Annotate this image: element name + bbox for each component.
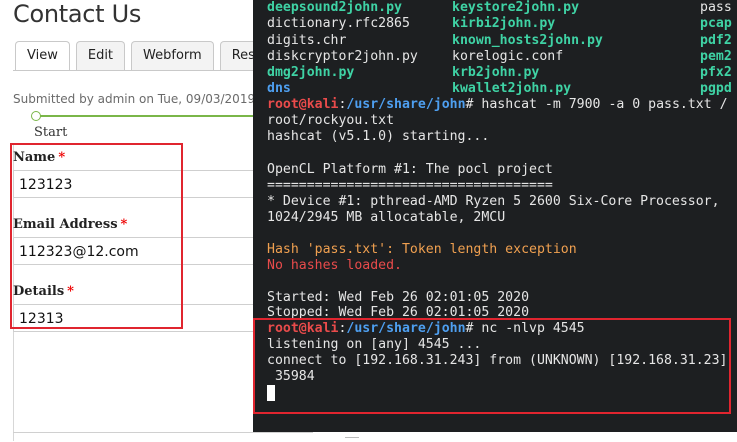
listing-item: digits.chr xyxy=(267,33,347,48)
tab-divider xyxy=(13,70,273,71)
progress-step-dot xyxy=(31,111,41,121)
listing-item: known_hosts2john.py xyxy=(452,33,603,48)
listing-item: pem2 xyxy=(700,49,732,64)
progress-step-label: Start xyxy=(34,125,68,140)
listing-item: dns xyxy=(267,81,291,96)
listing-item: kwallet2john.py xyxy=(452,81,572,96)
listing-item: dictionary.rfc2865 xyxy=(267,16,410,31)
output-line: 1024/2945 MB allocatable, 2MCU xyxy=(267,210,506,225)
tab-view[interactable]: View xyxy=(15,41,70,71)
prompt-path: /usr/share/john xyxy=(346,97,466,112)
listing-item: keystore2john.py xyxy=(452,0,580,15)
reverse-shell-highlight-box xyxy=(253,318,731,414)
listing-item: diskcryptor2john.py xyxy=(267,49,418,64)
listing-item: deepsound2john.py xyxy=(267,0,402,15)
command-wrap: root/rockyou.txt xyxy=(267,113,395,128)
prompt-symbol: # xyxy=(465,97,482,112)
form-bottom-border xyxy=(13,432,313,433)
submitted-info: Submitted by admin on Tue, 09/03/2019 - … xyxy=(13,92,283,106)
listing-item: pgpd xyxy=(700,81,732,96)
form-highlight-box xyxy=(10,143,183,329)
command-text: hashcat -m 7900 -a 0 pass.txt / xyxy=(481,97,728,112)
listing-item: krb2john.py xyxy=(452,65,540,80)
output-line: ==================================== xyxy=(267,178,553,193)
listing-item: pass xyxy=(700,0,732,15)
error-line: No hashes loaded. xyxy=(267,258,402,273)
tab-edit[interactable]: Edit xyxy=(75,41,126,70)
listing-item: dmg2john.py xyxy=(267,65,355,80)
listing-item: pcap xyxy=(700,16,732,31)
listing-item: pfx2 xyxy=(700,65,732,80)
command-line: root@kali:/usr/share/john# hashcat -m 79… xyxy=(267,97,728,112)
prompt-user: root@kali xyxy=(267,97,339,112)
tab-bar: View Edit Webform Results xyxy=(15,41,291,71)
tab-webform[interactable]: Webform xyxy=(131,41,214,70)
listing-item: kirbi2john.py xyxy=(452,16,556,31)
output-line: * Device #1: pthread-AMD Ryzen 5 2600 Si… xyxy=(267,194,720,209)
output-line: hashcat (v5.1.0) starting... xyxy=(267,129,490,144)
warning-line: Hash 'pass.txt': Token length exception xyxy=(267,242,577,257)
listing-item: pdf2 xyxy=(700,33,732,48)
output-line: OpenCL Platform #1: The pocl project xyxy=(267,162,553,177)
progress-bar xyxy=(36,115,266,117)
output-line: Started: Wed Feb 26 02:01:05 2020 xyxy=(267,290,530,305)
page-title: Contact Us xyxy=(13,0,142,28)
listing-item: korelogic.conf xyxy=(452,49,564,64)
